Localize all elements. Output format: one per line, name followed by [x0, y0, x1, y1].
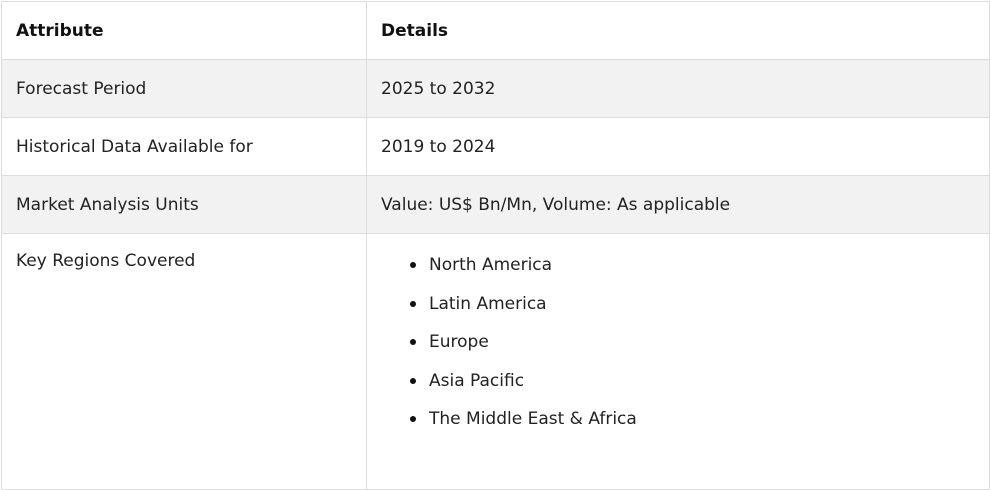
attribute-column-header: Attribute: [1, 1, 367, 60]
bullet-icon: [410, 416, 416, 422]
bullet-icon: [410, 377, 416, 384]
details-column-header: Details: [366, 1, 990, 60]
regions-list: North America Latin America Europe Asia …: [381, 254, 989, 447]
key-regions-label: Key Regions Covered: [1, 233, 367, 490]
market-analysis-units-value: Value: US$ Bn/Mn, Volume: As applicable: [366, 175, 990, 234]
list-item: The Middle East & Africa: [410, 408, 989, 447]
table-row: Key Regions Covered North America Latin …: [1, 233, 990, 490]
report-attributes-table: Attribute Details Forecast Period 2025 t…: [1, 1, 990, 490]
region-label: The Middle East & Africa: [429, 409, 637, 429]
table-row: Historical Data Available for 2019 to 20…: [1, 117, 990, 176]
region-label: Asia Pacific: [429, 370, 525, 391]
forecast-period-label: Forecast Period: [1, 59, 367, 118]
table-header-row: Attribute Details: [1, 1, 990, 60]
forecast-period-value: 2025 to 2032: [366, 59, 990, 118]
region-label: Europe: [429, 332, 489, 352]
market-analysis-units-label: Market Analysis Units: [1, 175, 367, 234]
table-row: Market Analysis Units Value: US$ Bn/Mn, …: [1, 175, 990, 234]
historical-data-label: Historical Data Available for: [1, 117, 367, 176]
table-row: Forecast Period 2025 to 2032: [1, 59, 990, 118]
region-label: Latin America: [429, 293, 547, 314]
bullet-icon: [410, 262, 416, 268]
key-regions-value: North America Latin America Europe Asia …: [366, 233, 990, 490]
list-item: Latin America: [410, 293, 989, 332]
list-item: North America: [410, 254, 989, 293]
list-item: Europe: [410, 331, 989, 370]
list-item: Asia Pacific: [410, 370, 989, 409]
bullet-icon: [410, 300, 416, 307]
region-label: North America: [429, 255, 553, 275]
historical-data-value: 2019 to 2024: [366, 117, 990, 176]
bullet-icon: [410, 339, 416, 345]
